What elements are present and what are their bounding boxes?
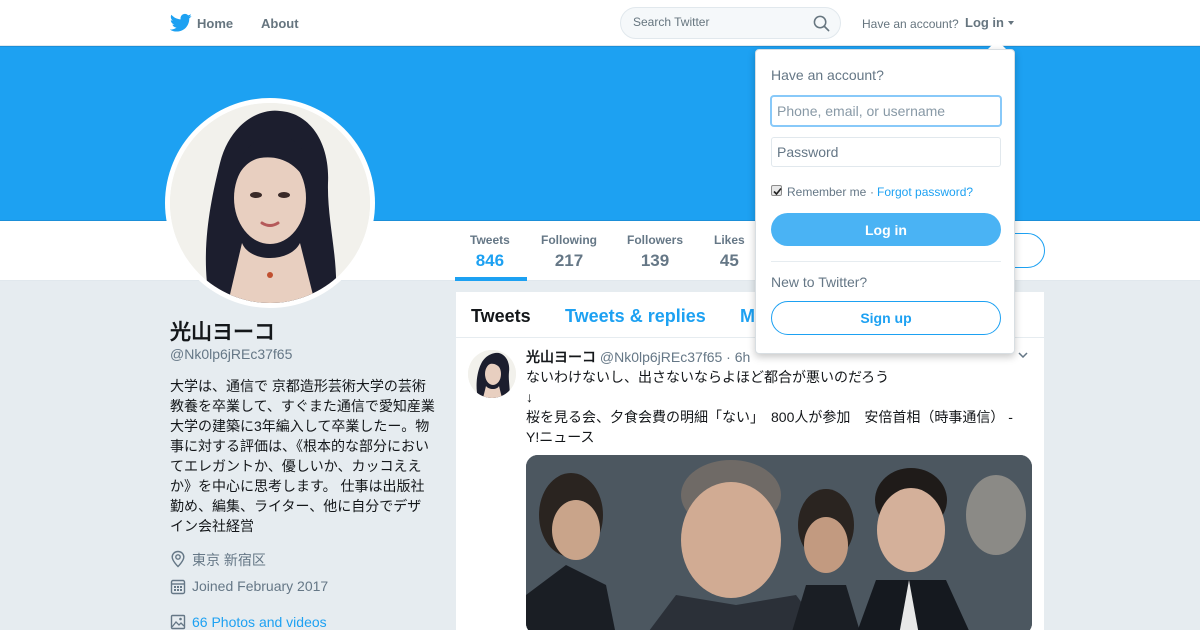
tweet-author-handle[interactable]: @Nk0lp6jREc37f65 [600,349,722,365]
profile-name[interactable]: 光山ヨーコ [170,316,275,346]
tweet-header: 光山ヨーコ @Nk0lp6jREc37f65 · 6h [526,347,750,367]
search-icon[interactable] [813,15,830,32]
tweet-author-name[interactable]: 光山ヨーコ [526,349,596,365]
caret-down-icon[interactable] [1008,21,1014,25]
remember-me-checkbox[interactable] [771,185,782,196]
tweet-media-photo[interactable] [526,455,1032,630]
calendar-icon [170,579,186,595]
tweet-text-line: ないわけないし、出さないならよほど都合が悪いのだろう [526,369,890,385]
nav-home-link[interactable]: Home [197,16,233,31]
remember-me-label[interactable]: Remember me [787,185,866,199]
tab-tweets-replies[interactable]: Tweets & replies [565,306,706,327]
tab-tweets[interactable]: Tweets [471,306,531,327]
stat-value: 45 [719,251,739,270]
stat-value: 139 [640,251,670,270]
stat-following[interactable]: Following 217 [541,233,597,271]
signup-button[interactable]: Sign up [771,301,1001,335]
active-tab-indicator [455,277,527,281]
tweet-text-line: ↓ [526,389,533,405]
forgot-password-link[interactable]: Forgot password? [877,185,973,199]
nav-about-link[interactable]: About [261,16,299,31]
have-account-text: Have an account? [862,17,959,31]
stat-tweets[interactable]: Tweets 846 [470,233,510,271]
stat-label: Following [541,233,597,247]
tweet-text: ないわけないし、出さないならよほど都合が悪いのだろう ↓ 桜を見る会、夕食会費の… [526,367,1026,447]
stat-value: 846 [475,251,505,270]
top-nav: Home About Have an account? Log in [0,0,1200,46]
photo-icon [170,614,186,630]
checkmark-icon [773,187,782,196]
stat-label: Tweets [470,233,510,247]
nav-login-link[interactable]: Log in [965,15,1004,30]
stat-likes[interactable]: Likes 45 [714,233,745,271]
search-box[interactable] [620,7,841,39]
login-button[interactable]: Log in [771,213,1001,246]
login-dropdown: Have an account? Remember me · Forgot pa… [755,49,1015,354]
separator-dot: · [870,185,874,199]
stat-label: Likes [714,233,745,247]
tweet-timestamp[interactable]: · 6h [726,349,750,365]
twitter-bird-icon[interactable] [170,13,192,33]
profile-handle[interactable]: @Nk0lp6jREc37f65 [170,346,292,362]
location-pin-icon [171,550,185,568]
photos-videos-text[interactable]: 66 Photos and videos [192,614,327,630]
chevron-down-icon[interactable] [1018,352,1028,358]
joined-text: Joined February 2017 [192,578,329,594]
tab-media[interactable]: M [740,306,755,327]
stat-value: 217 [554,251,584,270]
stat-label: Followers [627,233,684,247]
password-field[interactable] [771,137,1001,167]
tweet-text-line: 桜を見る会、夕食会費の明細「ない」 800人が参加 安倍首相（時事通信） - Y… [526,409,1013,445]
username-field[interactable] [771,96,1001,126]
dropdown-divider [771,261,1001,262]
new-to-twitter-text: New to Twitter? [771,274,868,290]
avatar-image [170,103,370,303]
tweet-avatar[interactable] [468,350,516,398]
search-input[interactable] [633,15,803,29]
profile-avatar[interactable] [165,98,375,308]
location-text: 東京 新宿区 [192,552,266,568]
profile-bio: 大学は、通信で 京都造形芸術大学の芸術教養を卒業して、すぐまた通信で愛知産業大学… [170,378,435,534]
dropdown-title: Have an account? [771,67,884,83]
stat-followers[interactable]: Followers 139 [627,233,683,271]
